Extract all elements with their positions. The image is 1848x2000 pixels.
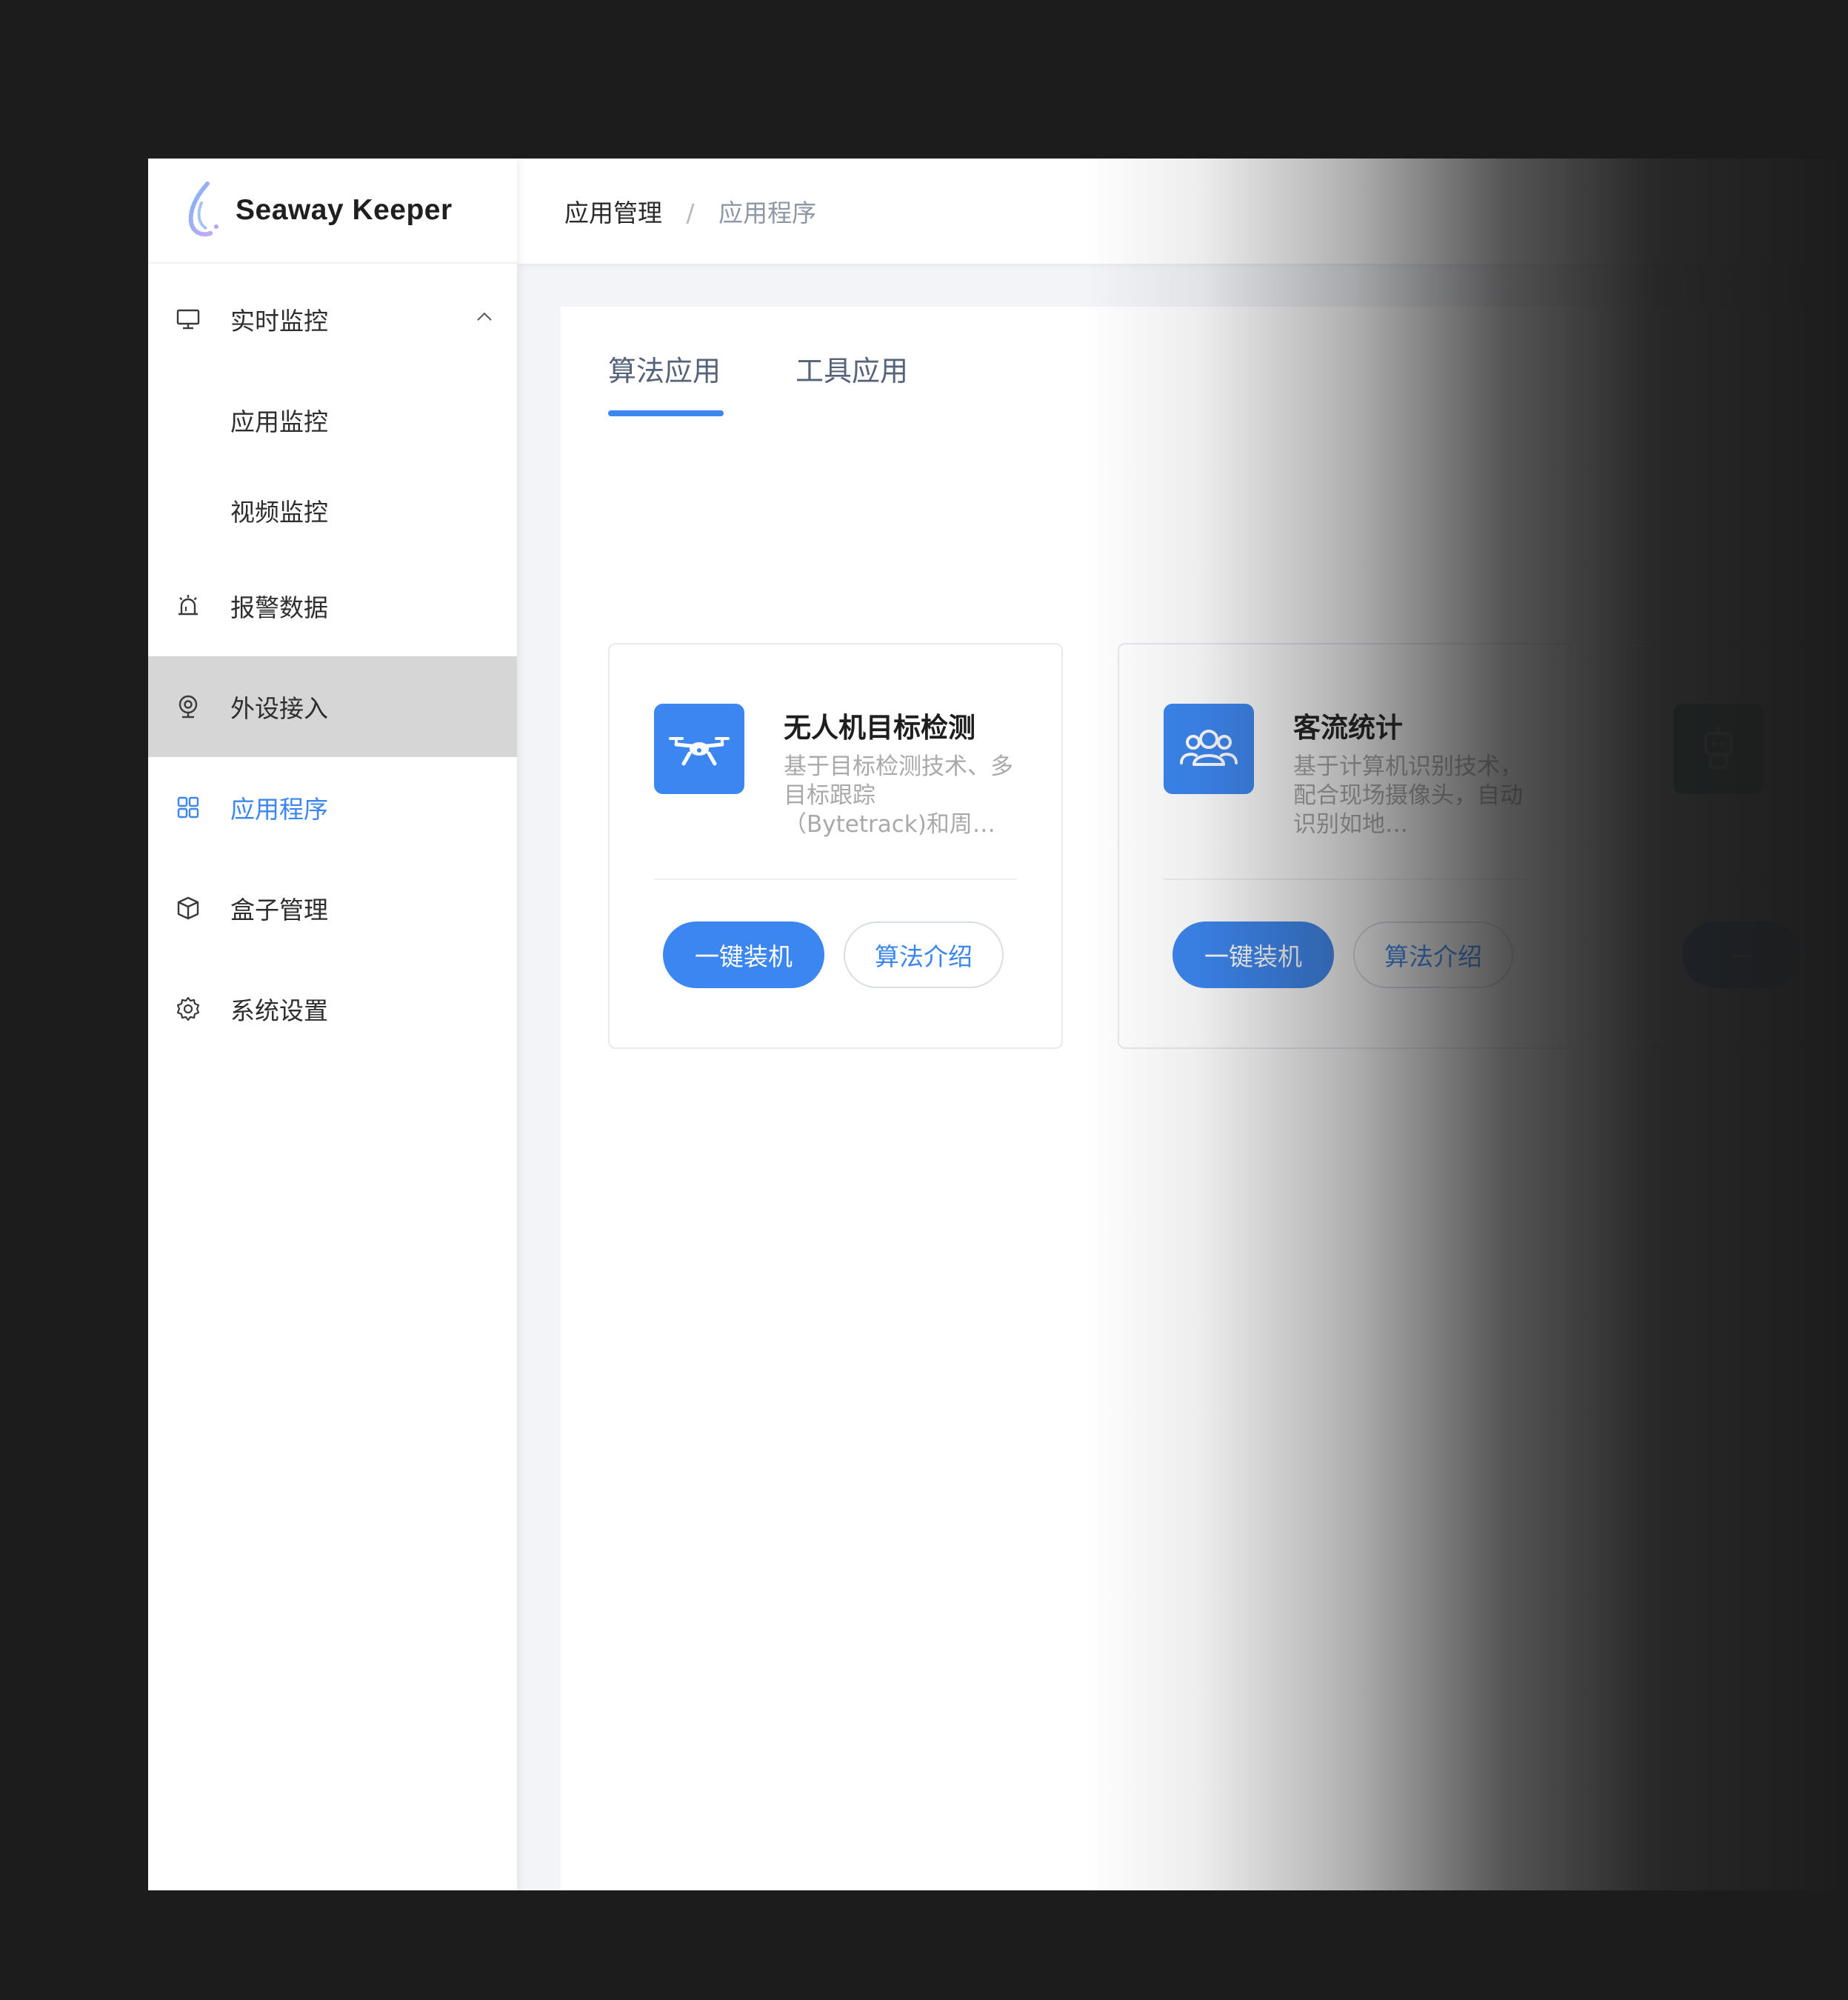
install-button[interactable]: 一 [1682,921,1801,988]
breadcrumb-parent[interactable]: 应用管理 [564,199,662,227]
card-divider [1673,879,1848,880]
install-button[interactable]: 一键装机 [1172,921,1334,988]
sidebar-item-label: 应用监控 [230,407,328,436]
algorithm-intro-button[interactable]: 算法介绍 [844,921,1004,988]
app-card: 客流统计 基于计算机识别技术，配合现场摄像头，自动识别如地… 一键装机 算法介绍 [1118,643,1572,1049]
app-card-description: 基于目标检测技术、多目标跟踪（Bytetrack)和周… [784,753,1013,838]
app-card-title: 无人机目标检测 [784,712,975,744]
app-card-icon [1164,704,1254,794]
sidebar-item-applications[interactable]: 应用程序 [148,757,517,858]
sidebar-item-system-settings[interactable]: 系统设置 [148,959,517,1059]
sidebar-item-app-monitor[interactable]: 应用监控 [148,375,517,465]
app-window: Seaway Keeper 实时监控 应用监控 视频监控 报警数据 外设接入 应… [148,159,1848,1890]
alarm-icon [179,595,198,616]
webcam-icon [179,695,198,719]
sidebar-item-video-monitor[interactable]: 视频监控 [148,465,517,556]
sidebar-item-label: 盒子管理 [230,896,328,924]
app-name: Seaway Keeper [236,194,453,226]
sidebar-item-label: 实时监控 [230,307,328,336]
sidebar-item-label: 外设接入 [230,694,328,723]
monitor-icon [176,309,200,330]
sidebar-item-label: 系统设置 [230,996,328,1025]
sidebar-item-peripheral-access[interactable]: 外设接入 [148,656,517,757]
app-card-title: 客流统计 [1293,712,1403,744]
algorithm-intro-button[interactable]: 算法介绍 [1353,921,1513,988]
sidebar-item-label: 应用程序 [230,795,328,824]
active-tab-indicator [608,410,724,416]
card-divider [1164,879,1527,880]
tab-tool-apps[interactable]: 工具应用 [795,348,908,389]
logo[interactable]: Seaway Keeper [148,159,517,264]
install-button[interactable]: 一键装机 [663,921,824,988]
main-panel: 算法应用 工具应用 无人机目标检测 基于目标检测技术、多目标跟踪（Bytetra… [561,307,1848,1890]
droplet-logo-icon [188,181,219,237]
people-icon [1180,730,1238,766]
app-card: 无人机目标检测 基于目标检测技术、多目标跟踪（Bytetrack)和周… 一键装… [608,643,1063,1049]
sidebar-item-label: 报警数据 [230,593,328,622]
sidebar-item-alarm-data[interactable]: 报警数据 [148,556,517,656]
sidebar-item-label: 视频监控 [230,498,328,527]
sidebar-item-realtime-monitor[interactable]: 实时监控 [148,264,517,375]
chevron-up-icon[interactable] [474,307,495,327]
breadcrumb-current: 应用程序 [718,199,817,227]
card-divider [654,879,1017,880]
tab-algorithm-apps[interactable]: 算法应用 [608,348,721,389]
app-card-description: 基于计算机识别技术，配合现场摄像头，自动识别如地… [1293,753,1523,838]
app-card-icon [1673,704,1764,794]
app-card-icon [654,704,744,794]
robot-icon [1704,726,1732,769]
breadcrumb-separator: / [686,199,695,227]
sidebar-item-box-management[interactable]: 盒子管理 [148,858,517,959]
drone-icon [669,737,730,766]
gear-icon [176,996,200,1021]
sidebar: Seaway Keeper 实时监控 应用监控 视频监控 报警数据 外设接入 应… [148,159,517,1890]
header: 应用管理 / 应用程序 [517,159,1848,264]
app-card: 一 [1627,643,1848,1049]
box-icon [177,896,199,920]
breadcrumb: 应用管理 / 应用程序 [564,193,816,229]
grid-icon [177,796,199,819]
